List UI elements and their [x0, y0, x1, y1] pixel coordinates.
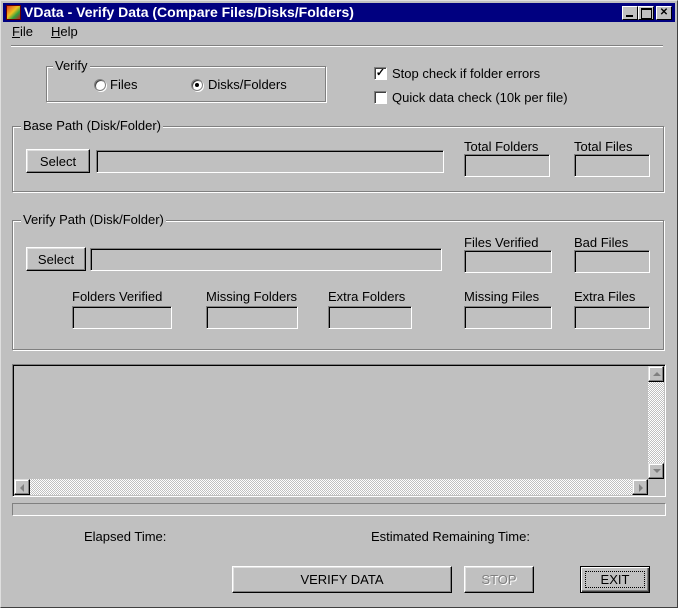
window-title: VData - Verify Data (Compare Files/Disks… [24, 4, 354, 20]
files-verified-value [464, 250, 552, 273]
arrow-left-icon [20, 484, 24, 492]
missing-files-label: Missing Files [464, 289, 540, 304]
scroll-corner [648, 479, 664, 495]
radio-files[interactable] [94, 79, 106, 91]
scroll-right-button[interactable] [632, 479, 648, 495]
scroll-left-button[interactable] [14, 479, 30, 495]
base-select-button[interactable]: Select [26, 149, 90, 173]
verify-path-title: Verify Path (Disk/Folder) [21, 212, 166, 227]
missing-files-value [464, 306, 552, 329]
total-folders-label: Total Folders [464, 139, 539, 154]
elapsed-time-label: Elapsed Time: [84, 529, 167, 544]
folders-verified-label: Folders Verified [72, 289, 163, 304]
verify-path-group: Verify Path (Disk/Folder) [12, 212, 664, 350]
stop-on-folder-errors-checkbox[interactable]: ✓ [374, 67, 387, 80]
total-files-value [574, 154, 650, 177]
menu-file-mnemonic: F [12, 24, 20, 39]
verify-data-button[interactable]: VERIFY DATA [232, 566, 452, 593]
missing-folders-label: Missing Folders [206, 289, 298, 304]
radio-disks-folders-label[interactable]: Disks/Folders [208, 77, 287, 92]
focus-rectangle [585, 571, 645, 588]
arrow-down-icon [653, 469, 661, 473]
menu-help-label: elp [60, 24, 78, 39]
exit-button[interactable]: EXIT [580, 566, 650, 593]
vertical-scrollbar[interactable] [648, 366, 664, 479]
verify-select-button[interactable]: Select [26, 247, 86, 271]
quick-data-check-checkbox[interactable] [374, 91, 387, 104]
menu-bar: File Help [3, 22, 675, 42]
missing-folders-value [206, 306, 298, 329]
menu-separator [11, 45, 663, 47]
files-verified-label: Files Verified [464, 235, 539, 250]
total-folders-value [464, 154, 550, 177]
bad-files-label: Bad Files [574, 235, 629, 250]
extra-folders-label: Extra Folders [328, 289, 406, 304]
menu-file-label: ile [19, 24, 33, 39]
menu-help[interactable]: Help [51, 24, 78, 39]
horizontal-scrollbar[interactable] [14, 479, 648, 495]
base-path-input[interactable] [96, 150, 444, 173]
folders-verified-value [72, 306, 172, 329]
verify-path-input[interactable] [90, 248, 442, 271]
app-icon [6, 5, 21, 20]
verify-mode-title: Verify [53, 58, 90, 73]
scroll-down-button[interactable] [648, 463, 664, 479]
stop-on-folder-errors-label[interactable]: Stop check if folder errors [392, 66, 540, 81]
title-bar[interactable]: VData - Verify Data (Compare Files/Disks… [3, 3, 675, 22]
arrow-right-icon [639, 484, 643, 492]
extra-files-label: Extra Files [574, 289, 636, 304]
log-listbox[interactable] [12, 364, 666, 497]
minimize-button[interactable] [622, 6, 638, 20]
extra-folders-value [328, 306, 412, 329]
total-files-label: Total Files [574, 139, 633, 154]
main-window: VData - Verify Data (Compare Files/Disks… [0, 0, 678, 608]
stop-button[interactable]: STOP [464, 566, 534, 593]
verify-mode-group: Verify Files Disks/Folders [46, 58, 326, 102]
bad-files-value [574, 250, 650, 273]
base-path-title: Base Path (Disk/Folder) [21, 118, 163, 133]
menu-file[interactable]: File [12, 24, 33, 39]
remaining-time-label: Estimated Remaining Time: [371, 529, 530, 544]
quick-data-check-label[interactable]: Quick data check (10k per file) [392, 90, 568, 105]
maximize-button[interactable] [638, 6, 654, 20]
extra-files-value [574, 306, 650, 329]
arrow-up-icon [653, 372, 661, 376]
menu-help-mnemonic: H [51, 24, 61, 39]
radio-files-label[interactable]: Files [110, 77, 137, 92]
close-icon: ✕ [659, 7, 669, 18]
progress-bar [12, 503, 666, 516]
scroll-up-button[interactable] [648, 366, 664, 382]
radio-disks-folders[interactable] [191, 79, 203, 91]
close-button[interactable]: ✕ [656, 6, 672, 20]
